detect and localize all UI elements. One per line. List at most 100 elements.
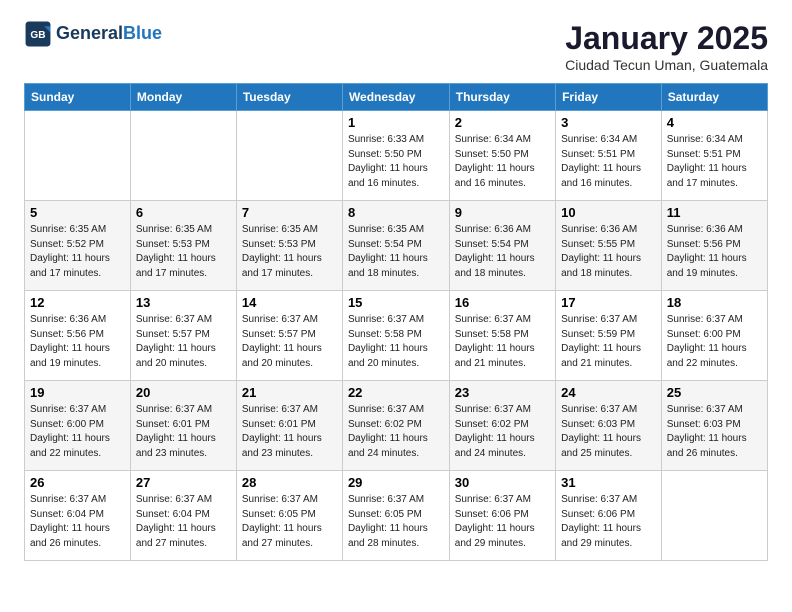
day-number: 24 xyxy=(561,385,656,400)
weekday-header-friday: Friday xyxy=(556,84,662,111)
calendar-cell: 27Sunrise: 6:37 AMSunset: 6:04 PMDayligh… xyxy=(130,471,236,561)
day-info: Sunrise: 6:36 AMSunset: 5:54 PMDaylight:… xyxy=(455,223,550,281)
day-number: 30 xyxy=(455,475,550,490)
calendar-cell: 17 Sunrise: 6:37 AMSunset: 5:59 PMDayligh… xyxy=(556,291,662,381)
day-number: 14 xyxy=(242,295,337,310)
day-info: Sunrise: 6:34 AMSunset: 5:51 PMDaylight:… xyxy=(667,133,762,191)
day-info: Sunrise: 6:37 AMSunset: 5:59 PMDaylight:… xyxy=(561,313,656,371)
calendar-week-row: 1 Sunrise: 6:33 AMSunset: 5:50 PMDaylight… xyxy=(25,111,768,201)
calendar-cell xyxy=(25,111,131,201)
calendar-cell: 4 Sunrise: 6:34 AMSunset: 5:51 PMDaylight… xyxy=(661,111,767,201)
day-number: 4 xyxy=(667,115,762,130)
calendar-cell: 11 Sunrise: 6:36 AMSunset: 5:56 PMDayligh… xyxy=(661,201,767,291)
month-title: January 2025 xyxy=(565,20,768,57)
calendar-cell: 9 Sunrise: 6:36 AMSunset: 5:54 PMDaylight… xyxy=(449,201,555,291)
day-number: 10 xyxy=(561,205,656,220)
day-number: 23 xyxy=(455,385,550,400)
day-info: Sunrise: 6:37 AMSunset: 6:06 PMDaylight:… xyxy=(561,493,656,551)
logo-general: GeneralBlue xyxy=(56,24,162,44)
day-number: 29 xyxy=(348,475,444,490)
calendar-cell: 24 Sunrise: 6:37 AMSunset: 6:03 PMDayligh… xyxy=(556,381,662,471)
day-number: 7 xyxy=(242,205,337,220)
calendar-cell xyxy=(236,111,342,201)
calendar-cell: 30 Sunrise: 6:37 AMSunset: 6:06 PMDayligh… xyxy=(449,471,555,561)
day-number: 15 xyxy=(348,295,444,310)
day-number: 21 xyxy=(242,385,337,400)
day-info: Sunrise: 6:37 AMSunset: 6:00 PMDaylight:… xyxy=(667,313,762,371)
calendar-cell: 19Sunrise: 6:37 AMSunset: 6:00 PMDayligh… xyxy=(25,381,131,471)
day-number: 31 xyxy=(561,475,656,490)
calendar-cell: 22Sunrise: 6:37 AMSunset: 6:02 PMDayligh… xyxy=(342,381,449,471)
calendar-cell: 28 Sunrise: 6:37 AMSunset: 6:05 PMDayligh… xyxy=(236,471,342,561)
logo: GB GeneralBlue xyxy=(24,20,162,48)
calendar-week-row: 5 Sunrise: 6:35 AMSunset: 5:52 PMDaylight… xyxy=(25,201,768,291)
day-info: Sunrise: 6:37 AMSunset: 6:05 PMDaylight:… xyxy=(242,493,337,551)
day-info: Sunrise: 6:37 AMSunset: 6:04 PMDaylight:… xyxy=(136,493,231,551)
calendar-cell: 16Sunrise: 6:37 AMSunset: 5:58 PMDayligh… xyxy=(449,291,555,381)
calendar-cell: 15 Sunrise: 6:37 AMSunset: 5:58 PMDayligh… xyxy=(342,291,449,381)
calendar-cell: 1 Sunrise: 6:33 AMSunset: 5:50 PMDaylight… xyxy=(342,111,449,201)
day-info: Sunrise: 6:37 AMSunset: 6:04 PMDaylight:… xyxy=(30,493,125,551)
calendar-cell: 20 Sunrise: 6:37 AMSunset: 6:01 PMDayligh… xyxy=(130,381,236,471)
day-number: 11 xyxy=(667,205,762,220)
day-number: 2 xyxy=(455,115,550,130)
calendar-cell xyxy=(130,111,236,201)
calendar-cell: 6Sunrise: 6:35 AMSunset: 5:53 PMDaylight… xyxy=(130,201,236,291)
weekday-header-tuesday: Tuesday xyxy=(236,84,342,111)
weekday-header-row: SundayMondayTuesdayWednesdayThursdayFrid… xyxy=(25,84,768,111)
day-number: 9 xyxy=(455,205,550,220)
page-header: GB GeneralBlue January 2025 Ciudad Tecun… xyxy=(24,20,768,73)
day-number: 13 xyxy=(136,295,231,310)
title-section: January 2025 Ciudad Tecun Uman, Guatemal… xyxy=(565,20,768,73)
calendar-week-row: 26 Sunrise: 6:37 AMSunset: 6:04 PMDayligh… xyxy=(25,471,768,561)
day-info: Sunrise: 6:33 AMSunset: 5:50 PMDaylight:… xyxy=(348,133,444,191)
day-info: Sunrise: 6:36 AMSunset: 5:56 PMDaylight:… xyxy=(30,313,125,371)
day-info: Sunrise: 6:35 AMSunset: 5:54 PMDaylight:… xyxy=(348,223,444,281)
weekday-header-monday: Monday xyxy=(130,84,236,111)
calendar-cell: 26 Sunrise: 6:37 AMSunset: 6:04 PMDayligh… xyxy=(25,471,131,561)
day-number: 26 xyxy=(30,475,125,490)
calendar-week-row: 12 Sunrise: 6:36 AMSunset: 5:56 PMDayligh… xyxy=(25,291,768,381)
day-info: Sunrise: 6:34 AMSunset: 5:50 PMDaylight:… xyxy=(455,133,550,191)
weekday-header-thursday: Thursday xyxy=(449,84,555,111)
day-info: Sunrise: 6:37 AMSunset: 6:01 PMDaylight:… xyxy=(242,403,337,461)
location-subtitle: Ciudad Tecun Uman, Guatemala xyxy=(565,57,768,73)
calendar-cell: 2 Sunrise: 6:34 AMSunset: 5:50 PMDaylight… xyxy=(449,111,555,201)
logo-icon: GB xyxy=(24,20,52,48)
weekday-header-saturday: Saturday xyxy=(661,84,767,111)
day-info: Sunrise: 6:36 AMSunset: 5:56 PMDaylight:… xyxy=(667,223,762,281)
day-number: 28 xyxy=(242,475,337,490)
day-info: Sunrise: 6:37 AMSunset: 6:01 PMDaylight:… xyxy=(136,403,231,461)
day-info: Sunrise: 6:37 AMSunset: 5:58 PMDaylight:… xyxy=(348,313,444,371)
weekday-header-wednesday: Wednesday xyxy=(342,84,449,111)
calendar-cell: 21 Sunrise: 6:37 AMSunset: 6:01 PMDayligh… xyxy=(236,381,342,471)
day-info: Sunrise: 6:37 AMSunset: 6:05 PMDaylight:… xyxy=(348,493,444,551)
calendar-cell: 7 Sunrise: 6:35 AMSunset: 5:53 PMDaylight… xyxy=(236,201,342,291)
day-number: 18 xyxy=(667,295,762,310)
calendar-cell: 13Sunrise: 6:37 AMSunset: 5:57 PMDayligh… xyxy=(130,291,236,381)
calendar-cell: 25Sunrise: 6:37 AMSunset: 6:03 PMDayligh… xyxy=(661,381,767,471)
day-number: 8 xyxy=(348,205,444,220)
day-info: Sunrise: 6:35 AMSunset: 5:53 PMDaylight:… xyxy=(136,223,231,281)
calendar-cell: 18 Sunrise: 6:37 AMSunset: 6:00 PMDayligh… xyxy=(661,291,767,381)
calendar-cell: 31 Sunrise: 6:37 AMSunset: 6:06 PMDayligh… xyxy=(556,471,662,561)
day-number: 17 xyxy=(561,295,656,310)
day-info: Sunrise: 6:37 AMSunset: 6:00 PMDaylight:… xyxy=(30,403,125,461)
calendar-cell: 3Sunrise: 6:34 AMSunset: 5:51 PMDaylight… xyxy=(556,111,662,201)
day-number: 3 xyxy=(561,115,656,130)
day-info: Sunrise: 6:37 AMSunset: 6:02 PMDaylight:… xyxy=(455,403,550,461)
day-info: Sunrise: 6:35 AMSunset: 5:52 PMDaylight:… xyxy=(30,223,125,281)
day-info: Sunrise: 6:37 AMSunset: 6:03 PMDaylight:… xyxy=(561,403,656,461)
calendar-cell: 14Sunrise: 6:37 AMSunset: 5:57 PMDayligh… xyxy=(236,291,342,381)
day-number: 20 xyxy=(136,385,231,400)
day-number: 1 xyxy=(348,115,444,130)
day-number: 25 xyxy=(667,385,762,400)
day-number: 12 xyxy=(30,295,125,310)
calendar-cell: 8 Sunrise: 6:35 AMSunset: 5:54 PMDaylight… xyxy=(342,201,449,291)
day-info: Sunrise: 6:37 AMSunset: 5:58 PMDaylight:… xyxy=(455,313,550,371)
calendar-week-row: 19Sunrise: 6:37 AMSunset: 6:00 PMDayligh… xyxy=(25,381,768,471)
day-info: Sunrise: 6:37 AMSunset: 6:06 PMDaylight:… xyxy=(455,493,550,551)
day-number: 5 xyxy=(30,205,125,220)
day-info: Sunrise: 6:35 AMSunset: 5:53 PMDaylight:… xyxy=(242,223,337,281)
day-info: Sunrise: 6:36 AMSunset: 5:55 PMDaylight:… xyxy=(561,223,656,281)
